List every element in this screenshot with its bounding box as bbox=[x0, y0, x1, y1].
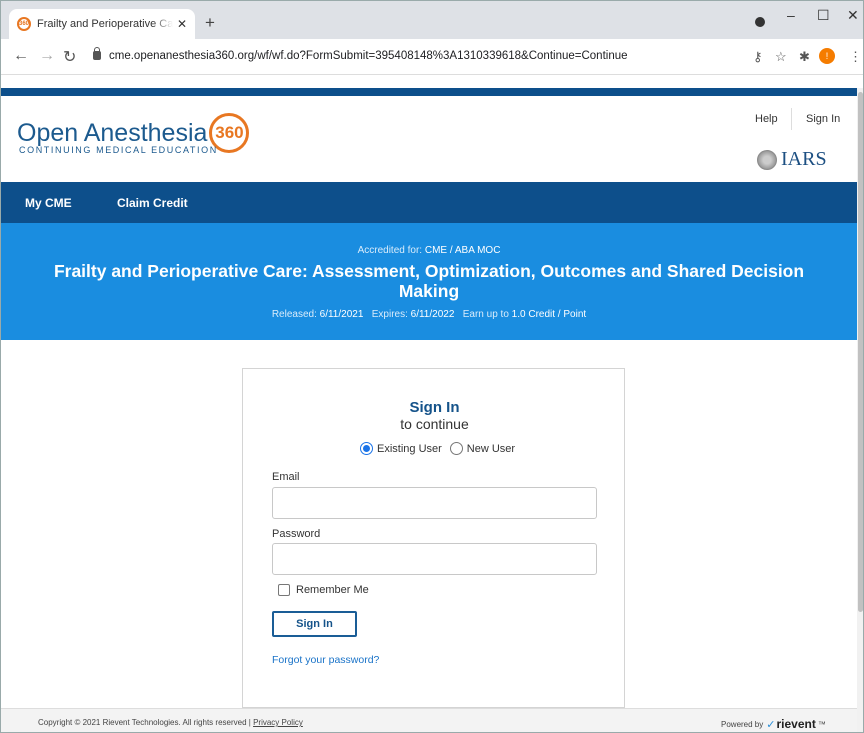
site-header: Open Anesthesia 360 CONTINUING MEDICAL E… bbox=[1, 96, 857, 182]
forgot-password-link[interactable]: Forgot your password? bbox=[272, 654, 379, 666]
copyright-label: Copyright © 2021 Rievent Technologies. A… bbox=[38, 718, 251, 727]
help-link[interactable]: Help bbox=[755, 113, 778, 125]
user-type-radios: Existing User New User bbox=[360, 442, 515, 455]
password-label: Password bbox=[272, 528, 321, 540]
remember-me-checkbox[interactable] bbox=[278, 584, 290, 596]
expires-label: Expires: bbox=[371, 309, 408, 320]
menu-kebab-icon[interactable]: ⋮ bbox=[849, 49, 862, 65]
accreditation-line: Accredited for: CME / ABA MOC bbox=[1, 245, 857, 256]
new-tab-icon[interactable]: + bbox=[205, 13, 215, 33]
main-nav: My CME Claim Credit bbox=[1, 182, 857, 223]
powered-by[interactable]: Powered by ✓ rievent ™ bbox=[721, 717, 826, 731]
iars-logo-text: IARS bbox=[781, 148, 827, 170]
address-bar[interactable]: cme.openanesthesia360.org/wf/wf.do?FormS… bbox=[87, 44, 813, 70]
favicon-icon: 360 bbox=[17, 17, 31, 31]
earn-value: 1.0 Credit / Point bbox=[511, 309, 587, 320]
browser-window: 360 Frailty and Perioperative Care: As ✕… bbox=[0, 0, 864, 733]
tab-strip: 360 Frailty and Perioperative Care: As ✕… bbox=[1, 1, 863, 39]
email-field[interactable] bbox=[272, 487, 597, 519]
iars-logo[interactable]: IARS bbox=[757, 148, 827, 171]
accredited-value: CME / ABA MOC bbox=[424, 245, 501, 256]
url-text: cme.openanesthesia360.org/wf/wf.do?FormS… bbox=[109, 50, 628, 62]
browser-toolbar: ← → ↻ cme.openanesthesia360.org/wf/wf.do… bbox=[1, 39, 863, 75]
checkmark-icon: ✓ bbox=[766, 718, 776, 731]
course-title: Frailty and Perioperative Care: Assessme… bbox=[53, 261, 805, 301]
accredited-label: Accredited for: bbox=[357, 245, 423, 256]
earn-label: Earn up to bbox=[462, 309, 509, 320]
nav-my-cme[interactable]: My CME bbox=[25, 196, 72, 210]
remember-me-row[interactable]: Remember Me bbox=[278, 584, 369, 596]
course-banner: Accredited for: CME / ABA MOC Frailty an… bbox=[1, 223, 857, 340]
sign-in-card: Sign In to continue Existing User New Us… bbox=[242, 368, 625, 708]
existing-user-radio[interactable] bbox=[360, 442, 373, 455]
sign-in-button[interactable]: Sign In bbox=[272, 611, 357, 637]
profile-icon[interactable] bbox=[755, 17, 765, 27]
page-footer: Copyright © 2021 Rievent Technologies. A… bbox=[1, 708, 857, 732]
forward-arrow-icon[interactable]: → bbox=[39, 47, 55, 65]
released-value: 6/11/2021 bbox=[319, 309, 364, 320]
lock-icon bbox=[93, 47, 101, 60]
reload-icon[interactable]: ↻ bbox=[63, 47, 76, 67]
logo-subtitle: CONTINUING MEDICAL EDUCATION bbox=[19, 145, 218, 155]
existing-user-label[interactable]: Existing User bbox=[377, 443, 442, 455]
profile-avatar-icon[interactable]: ! bbox=[819, 48, 835, 64]
released-label: Released: bbox=[271, 309, 317, 320]
sign-in-subtitle: to continue bbox=[400, 416, 469, 432]
sign-in-title: Sign In bbox=[409, 399, 460, 416]
minimize-icon[interactable]: – bbox=[787, 7, 795, 23]
privacy-policy-link[interactable]: Privacy Policy bbox=[253, 718, 303, 727]
header-sign-in-link[interactable]: Sign In bbox=[806, 113, 840, 125]
web-page: Open Anesthesia 360 CONTINUING MEDICAL E… bbox=[1, 88, 857, 708]
logo-text: Open Anesthesia bbox=[17, 118, 208, 147]
key-icon[interactable]: ⚷ bbox=[753, 49, 763, 65]
tab-title: Frailty and Perioperative Care: As bbox=[37, 18, 173, 30]
iars-seal-icon bbox=[757, 149, 777, 170]
nav-claim-credit[interactable]: Claim Credit bbox=[117, 196, 188, 210]
remember-me-label[interactable]: Remember Me bbox=[296, 584, 369, 596]
course-meta: Released: 6/11/2021 Expires: 6/11/2022 E… bbox=[1, 309, 857, 320]
star-icon[interactable]: ☆ bbox=[775, 49, 787, 65]
rievent-brand: rievent bbox=[776, 717, 816, 731]
header-divider bbox=[791, 108, 792, 130]
tab-close-icon[interactable]: ✕ bbox=[177, 17, 187, 31]
new-user-label[interactable]: New User bbox=[467, 443, 515, 455]
maximize-icon[interactable]: ☐ bbox=[817, 7, 830, 24]
email-label: Email bbox=[272, 471, 300, 483]
copyright-text: Copyright © 2021 Rievent Technologies. A… bbox=[38, 718, 303, 727]
new-user-radio[interactable] bbox=[449, 442, 463, 455]
scrollbar-thumb[interactable] bbox=[858, 92, 863, 612]
top-accent-bar bbox=[1, 88, 857, 96]
extensions-puzzle-icon[interactable]: ✱ bbox=[799, 49, 810, 65]
expires-value: 6/11/2022 bbox=[410, 309, 455, 320]
password-field[interactable] bbox=[272, 543, 597, 575]
powered-by-label: Powered by bbox=[721, 719, 764, 729]
page-scrollbar[interactable] bbox=[857, 88, 863, 732]
openanesthesia-logo[interactable]: Open Anesthesia 360 CONTINUING MEDICAL E… bbox=[17, 113, 250, 155]
back-arrow-icon[interactable]: ← bbox=[13, 47, 29, 65]
browser-tab[interactable]: 360 Frailty and Perioperative Care: As ✕ bbox=[9, 9, 195, 39]
close-window-icon[interactable]: ✕ bbox=[847, 7, 859, 24]
trademark: ™ bbox=[817, 719, 826, 729]
